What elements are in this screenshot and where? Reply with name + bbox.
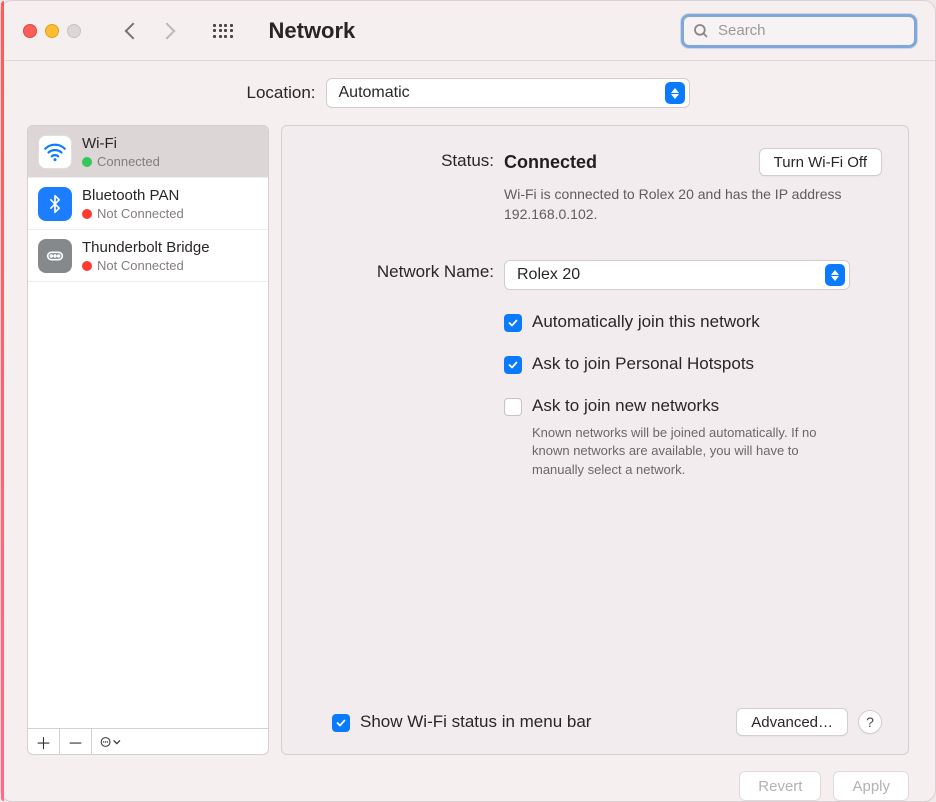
location-row: Location: Automatic: [1, 61, 935, 125]
status-dot-icon: [82, 209, 92, 219]
checkbox-checked-icon: [504, 314, 522, 332]
sidebar-item-status: Not Connected: [97, 258, 184, 273]
bottom-buttons: Revert Apply: [1, 755, 935, 801]
updown-arrows-icon: [665, 82, 685, 104]
sidebar-item-label: Wi-Fi: [82, 135, 160, 152]
apply-button[interactable]: Apply: [833, 771, 909, 801]
location-select[interactable]: Automatic: [326, 78, 690, 108]
nav-buttons: [127, 25, 173, 37]
interfaces-sidebar: Wi-Fi Connected Bluetooth PAN Not Connec…: [27, 125, 269, 729]
checkbox-unchecked-icon: [504, 398, 522, 416]
status-row: Status: Connected Turn Wi-Fi Off Wi-Fi i…: [308, 148, 882, 224]
ask-hotspots-label: Ask to join Personal Hotspots: [532, 354, 754, 374]
main-area: Wi-Fi Connected Bluetooth PAN Not Connec…: [1, 125, 935, 755]
minimize-window-button[interactable]: [45, 24, 59, 38]
bluetooth-icon: [38, 187, 72, 221]
ask-new-help-text: Known networks will be joined automatica…: [532, 424, 852, 479]
network-name-label: Network Name:: [308, 260, 494, 290]
revert-button[interactable]: Revert: [739, 771, 821, 801]
chevron-right-icon: [159, 22, 176, 39]
minus-icon: －: [67, 730, 83, 754]
page-title: Network: [269, 18, 356, 44]
advanced-button[interactable]: Advanced…: [736, 708, 848, 736]
network-name-select[interactable]: Rolex 20: [504, 260, 850, 290]
status-label: Status:: [308, 148, 494, 224]
network-name-row: Network Name: Rolex 20: [308, 260, 882, 290]
toolbar: Network: [1, 1, 935, 61]
location-selected-value: Automatic: [339, 84, 410, 102]
status-message: Wi-Fi is connected to Rolex 20 and has t…: [504, 185, 844, 224]
search-icon: [692, 22, 710, 40]
chevron-left-icon: [125, 22, 142, 39]
close-window-button[interactable]: [23, 24, 37, 38]
window-controls: [23, 24, 81, 38]
sidebar-item-label: Bluetooth PAN: [82, 187, 184, 204]
zoom-window-button[interactable]: [67, 24, 81, 38]
sidebar-item-status: Not Connected: [97, 206, 184, 221]
help-button[interactable]: ?: [858, 710, 882, 734]
sidebar-container: Wi-Fi Connected Bluetooth PAN Not Connec…: [27, 125, 269, 755]
details-pane: Status: Connected Turn Wi-Fi Off Wi-Fi i…: [281, 125, 909, 755]
show-all-icon[interactable]: [213, 24, 233, 38]
sidebar-item-wifi[interactable]: Wi-Fi Connected: [28, 126, 268, 178]
ellipsis-chevron-icon: [100, 735, 124, 749]
interface-actions-button[interactable]: [92, 729, 132, 754]
ask-hotspots-checkbox-row[interactable]: Ask to join Personal Hotspots: [504, 354, 882, 374]
sidebar-item-thunderbolt-bridge[interactable]: Thunderbolt Bridge Not Connected: [28, 230, 268, 282]
search-input[interactable]: [716, 21, 906, 40]
status-dot-icon: [82, 157, 92, 167]
details-footer: Show Wi-Fi status in menu bar Advanced… …: [308, 708, 882, 736]
sidebar-footer: ＋ －: [27, 729, 269, 755]
question-icon: ?: [866, 714, 874, 730]
remove-interface-button[interactable]: －: [60, 729, 92, 754]
sidebar-item-bluetooth-pan[interactable]: Bluetooth PAN Not Connected: [28, 178, 268, 230]
location-label: Location:: [247, 83, 316, 103]
wifi-icon: [38, 135, 72, 169]
updown-arrows-icon: [825, 264, 845, 286]
checkbox-checked-icon: [504, 356, 522, 374]
status-value: Connected: [504, 152, 597, 173]
auto-join-checkbox-row[interactable]: Automatically join this network: [504, 312, 882, 332]
search-field[interactable]: [681, 14, 917, 48]
checkbox-checked-icon: [332, 714, 350, 732]
network-name-value: Rolex 20: [517, 266, 580, 284]
plus-icon: ＋: [35, 730, 51, 754]
network-preferences-window: Network Location: Automatic Wi-Fi Con: [0, 0, 936, 802]
ask-new-label: Ask to join new networks: [532, 396, 719, 416]
show-menubar-label: Show Wi-Fi status in menu bar: [360, 712, 591, 732]
thunderbolt-icon: [38, 239, 72, 273]
back-button[interactable]: [127, 25, 139, 37]
ask-new-checkbox-row[interactable]: Ask to join new networks: [504, 396, 882, 416]
wifi-toggle-button[interactable]: Turn Wi-Fi Off: [759, 148, 882, 176]
sidebar-item-status: Connected: [97, 154, 160, 169]
auto-join-label: Automatically join this network: [532, 312, 760, 332]
show-menubar-checkbox-row[interactable]: Show Wi-Fi status in menu bar: [332, 712, 591, 732]
status-dot-icon: [82, 261, 92, 271]
add-interface-button[interactable]: ＋: [28, 729, 60, 754]
sidebar-item-label: Thunderbolt Bridge: [82, 239, 210, 256]
forward-button[interactable]: [161, 25, 173, 37]
